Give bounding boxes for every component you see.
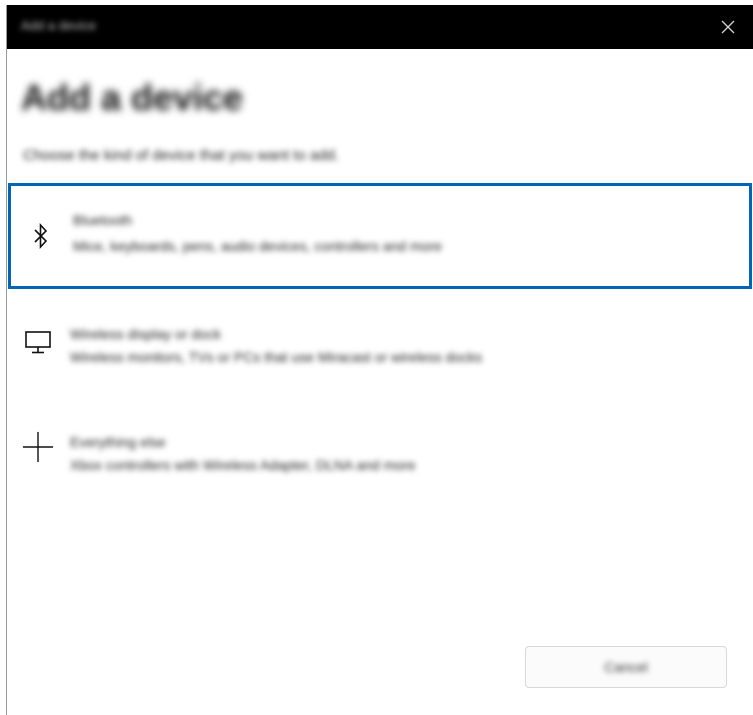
- title-bar[interactable]: Add a device: [7, 5, 753, 49]
- option-bluetooth[interactable]: Bluetooth Mice, keyboards, pens, audio d…: [8, 183, 752, 289]
- monitor-icon: [22, 326, 54, 358]
- cancel-button[interactable]: Cancel: [525, 646, 727, 688]
- option-title: Everything else: [70, 434, 166, 450]
- close-icon: [721, 20, 735, 34]
- page-title: Add a device: [21, 77, 244, 118]
- option-description: Mice, keyboards, pens, audio devices, co…: [73, 238, 442, 254]
- bluetooth-icon: [25, 220, 57, 252]
- option-wireless-display[interactable]: Wireless display or dock Wireless monito…: [8, 292, 752, 398]
- option-title: Wireless display or dock: [70, 326, 221, 342]
- add-device-dialog: Add a device Add a device Choose the kin…: [6, 5, 753, 715]
- page-subtitle: Choose the kind of device that you want …: [23, 147, 340, 164]
- option-description: Xbox controllers with Wireless Adapter, …: [70, 457, 416, 473]
- window-title: Add a device: [21, 18, 97, 33]
- cancel-button-label: Cancel: [604, 659, 648, 675]
- option-description: Wireless monitors, TVs or PCs that use M…: [70, 349, 483, 365]
- option-everything-else[interactable]: Everything else Xbox controllers with Wi…: [8, 401, 752, 507]
- close-button[interactable]: [715, 14, 741, 40]
- option-title: Bluetooth: [73, 212, 133, 228]
- plus-icon: [22, 431, 54, 463]
